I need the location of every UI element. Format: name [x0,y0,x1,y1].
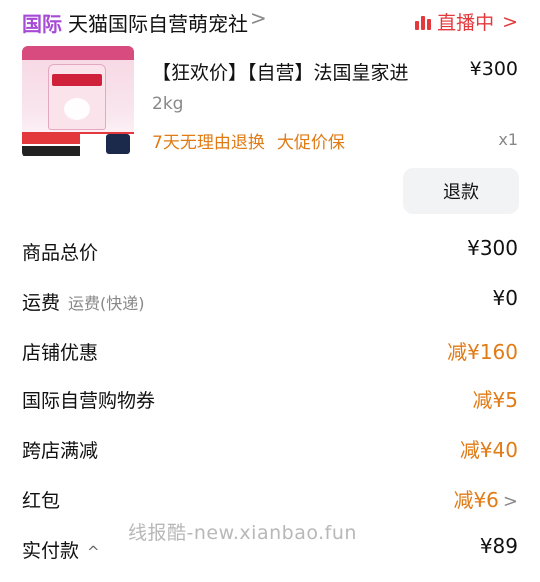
chevron-right-icon[interactable]: > [250,6,267,30]
product-price: ¥300 [469,58,518,80]
row-value: 减¥40 [459,438,518,462]
service-tag: 7天无理由退换 [152,133,265,153]
chevron-right-icon[interactable]: > [503,491,518,512]
row-label: 运费 [22,292,61,314]
product-spec: 2kg [152,94,184,114]
row-label: 商品总价 [22,242,99,264]
row-value: ¥89 [479,534,518,558]
live-stream-link[interactable]: 直播中 > [415,8,518,35]
row-label-wrap: 运费 运费(快递) [22,288,145,315]
summary-row-shipping: 运费 运费(快递) ¥0 [22,280,518,320]
intl-badge: 国际 [22,12,62,36]
store-name-link[interactable]: 天猫国际自营萌宠社 [68,8,248,37]
row-label: 店铺优惠 [22,342,99,364]
live-bars-icon [415,14,432,30]
chevron-right-icon: > [502,10,518,33]
refund-button[interactable]: 退款 [403,168,519,214]
summary-row-subtotal: 商品总价 ¥300 [22,230,518,270]
row-value: ¥300 [467,236,518,260]
product-quantity: x1 [498,130,518,149]
row-value-wrap: 减¥6 > [453,484,518,513]
watermark-text: 线报酷-new.xianbao.fun [128,522,357,544]
row-label: 跨店满减 [22,440,99,462]
summary-row-red-packet[interactable]: 红包 减¥6 > [22,478,518,518]
chevron-up-icon[interactable]: ^ [87,543,100,561]
product-image[interactable] [22,46,134,158]
live-label: 直播中 [437,12,495,34]
service-tags: 7天无理由退换 大促价保 [152,128,345,153]
row-label-wrap: 实付款 ^ [22,536,100,563]
service-tag: 大促价保 [276,133,345,153]
row-label: 红包 [22,490,61,512]
summary-row-store-discount: 店铺优惠 减¥160 [22,330,518,370]
store-header: 国际 天猫国际自营萌宠社 > 直播中 > [0,0,540,40]
row-label: 国际自营购物券 [22,390,156,412]
row-value: 减¥6 [453,488,499,512]
row-value: 减¥5 [472,388,518,412]
product-item[interactable]: 【狂欢价】【自营】法国皇家进 ¥300 2kg 7天无理由退换 大促价保 x1 [22,46,518,158]
row-value: ¥0 [492,286,518,310]
summary-row-cross-store: 跨店满减 减¥40 [22,428,518,468]
summary-row-coupon: 国际自营购物券 减¥5 [22,378,518,418]
shipping-method: 运费(快递) [68,294,145,313]
product-title[interactable]: 【狂欢价】【自营】法国皇家进 [152,58,452,85]
row-label: 实付款 [22,540,80,562]
row-value: 减¥160 [447,340,518,364]
